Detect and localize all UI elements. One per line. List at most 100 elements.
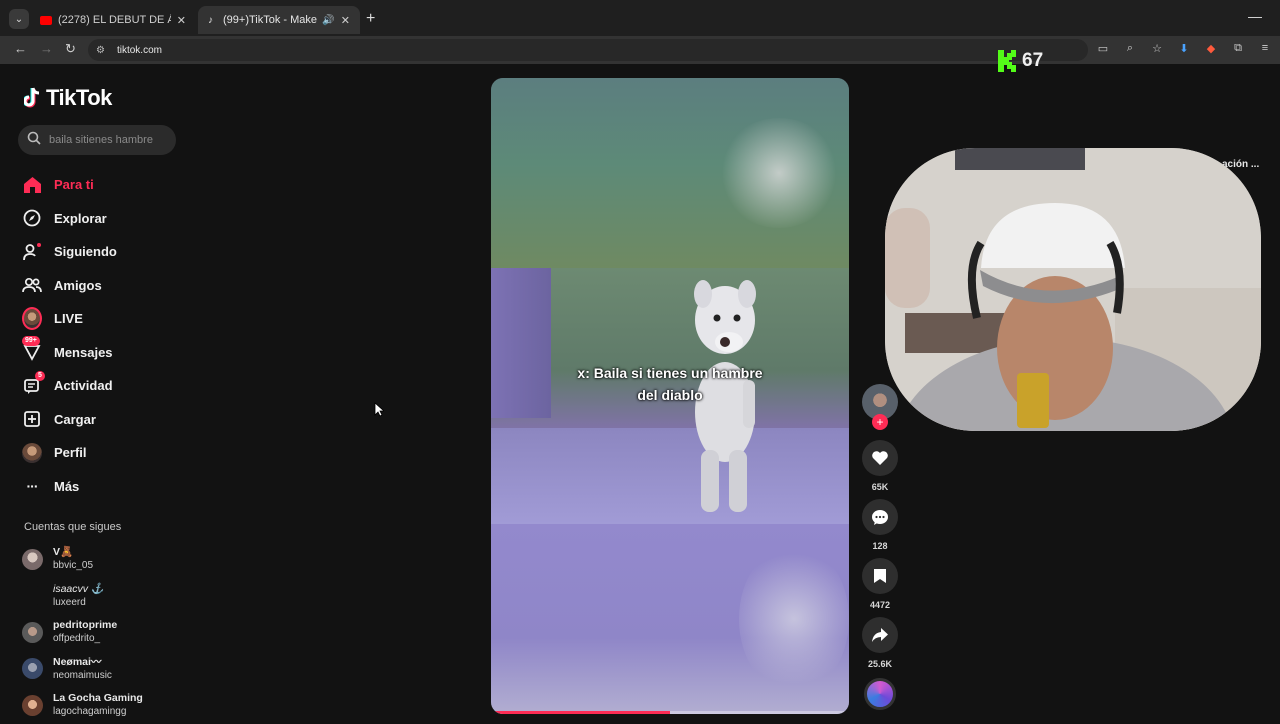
video-player[interactable]: x: Baila si tienes un hambre del diablo (491, 78, 849, 714)
streamer-webcam-image (885, 148, 1261, 431)
tab-title: (2278) EL DEBUT DE ÁNGEL AVI (58, 14, 171, 26)
share-button[interactable] (862, 617, 898, 653)
caption-line: x: Baila si tienes un hambre (577, 365, 763, 381)
tab-search-button[interactable]: ⌄ (9, 9, 29, 29)
sidebar-item-label: Más (54, 478, 80, 494)
browser-toolbar: ← → ↻ ⚙ tiktok.com ▭ ⌕ ☆ ⬇ ◆ ⧉ ≡ (0, 36, 1280, 64)
video-caption: x: Baila si tienes un hambre del diablo (491, 362, 849, 406)
save-count: 4472 (869, 600, 891, 610)
search-box[interactable] (18, 125, 176, 155)
video-blur-top (491, 78, 849, 268)
zoom-icon[interactable]: ⌕ (1123, 42, 1137, 55)
puzzle-icon[interactable]: ⧉ (1231, 42, 1245, 55)
sidebar-item-label: Perfil (54, 445, 87, 461)
bookmark-icon (874, 569, 886, 583)
follow-plus-icon[interactable]: + (872, 414, 888, 430)
sidebar-item-explorar[interactable]: Explorar (22, 202, 182, 236)
sidebar-item-label: Siguiendo (54, 244, 117, 260)
share-count: 25.6K (867, 659, 893, 669)
following-icon (22, 242, 42, 262)
sidebar-item-label: Cargar (54, 411, 96, 427)
activity-icon: 5 (22, 370, 45, 396)
sidebar-item-label: LIVE (54, 311, 83, 327)
account-name: La Gocha Gaming (53, 692, 143, 705)
caption-line: del diablo (637, 387, 703, 403)
sidebar-item-label: Para ti (54, 177, 94, 193)
url-text: tiktok.com (116, 44, 162, 56)
sidebar-item-amigos[interactable]: Amigos (22, 269, 182, 303)
live-avatar-icon (22, 307, 42, 331)
save-button[interactable] (862, 558, 898, 594)
bookmark-star-icon[interactable]: ☆ (1150, 42, 1164, 55)
following-account[interactable]: isaacvv ⚓ luxeerd (22, 578, 143, 615)
video-progress-bar[interactable] (491, 711, 849, 714)
music-disc-icon[interactable] (864, 678, 896, 710)
sidebar-item-siguiendo[interactable]: Siguiendo (22, 235, 182, 269)
video-progress-fill (491, 711, 670, 714)
profile-avatar-icon (22, 442, 42, 463)
sidebar-item-label: Mensajes (54, 344, 113, 360)
creator-avatar[interactable]: + (862, 384, 898, 430)
tiktok-page: TikTok Para ti Explorar Siguiendo (0, 50, 1280, 720)
activity-badge: 5 (35, 370, 45, 381)
account-handle: neomaimusic (53, 669, 112, 681)
search-input[interactable] (49, 134, 164, 146)
sidebar-item-para-ti[interactable]: Para ti (22, 168, 182, 202)
forward-icon[interactable]: → (40, 41, 53, 56)
back-icon[interactable]: ← (14, 41, 27, 56)
mouse-cursor-icon (374, 402, 384, 417)
menu-icon[interactable]: ≡ (1258, 42, 1272, 55)
upload-icon (22, 409, 42, 429)
toolbar-icons: ▭ ⌕ ☆ ⬇ ◆ ⧉ ≡ (1096, 42, 1272, 55)
sidebar-item-perfil[interactable]: Perfil (22, 436, 182, 470)
home-icon (22, 175, 42, 195)
video-blur-bottom (491, 524, 849, 714)
close-icon[interactable]: ✕ (341, 14, 350, 27)
viewer-count: 67 (1022, 50, 1044, 71)
sidebar-item-mensajes[interactable]: 99+ Mensajes (22, 336, 182, 370)
account-handle: lagochagamingg (53, 706, 127, 718)
tab-title: (99+)TikTok - Make Your Da (223, 14, 318, 26)
avatar (22, 694, 43, 716)
browser-tab-youtube[interactable]: (2278) EL DEBUT DE ÁNGEL AVI ✕ (30, 6, 196, 34)
minimize-button[interactable]: — (1248, 8, 1262, 24)
webcam-overlay (885, 148, 1261, 431)
sidebar-item-cargar[interactable]: Cargar (22, 403, 182, 437)
account-name: isaacvv ⚓ (53, 582, 105, 595)
following-account[interactable]: Neømai〰 neomaimusic (22, 651, 143, 688)
extension-icon[interactable]: ◆ (1204, 42, 1218, 55)
address-bar[interactable]: ⚙ tiktok.com (88, 39, 1088, 61)
avatar (22, 548, 43, 570)
close-icon[interactable]: ✕ (177, 14, 186, 27)
following-account[interactable]: La Gocha Gaming lagochagamingg (22, 687, 143, 724)
new-tab-button[interactable]: + (366, 10, 375, 28)
comment-button[interactable] (862, 499, 898, 535)
like-button[interactable] (862, 440, 898, 476)
following-list: V🧸 bbvic_05 isaacvv ⚓ luxeerd pedritoprime… (22, 541, 143, 724)
messages-badge: 99+ (22, 336, 40, 347)
tiktok-logo-icon (22, 87, 42, 109)
like-count: 65K (871, 482, 889, 492)
kick-logo-icon (998, 50, 1016, 72)
heart-icon (872, 451, 888, 465)
tiktok-icon: ♪ (208, 14, 213, 26)
sidebar-item-live[interactable]: LIVE (22, 302, 182, 336)
comment-count: 128 (872, 541, 888, 551)
messages-icon: 99+ (22, 336, 42, 362)
account-name: Neømai〰 (53, 655, 102, 668)
account-handle: bbvic_05 (53, 560, 94, 572)
following-account[interactable]: V🧸 bbvic_05 (22, 541, 143, 578)
browser-tab-tiktok[interactable]: ♪ (99+)TikTok - Make Your Da 🔊 ✕ (198, 6, 360, 34)
account-handle: offpedrito_ (53, 633, 101, 645)
sidebar-item-actividad[interactable]: 5 Actividad (22, 369, 182, 403)
sidebar-item-mas[interactable]: ··· Más (22, 470, 182, 504)
following-account[interactable]: pedritoprime offpedrito_ (22, 614, 143, 651)
reload-icon[interactable]: ↻ (65, 41, 76, 57)
tiktok-logo[interactable]: TikTok (22, 85, 112, 111)
site-info-icon[interactable]: ⚙ (96, 45, 105, 56)
avatar (22, 585, 43, 607)
install-app-icon[interactable]: ▭ (1096, 42, 1110, 55)
speaker-icon[interactable]: 🔊 (322, 15, 334, 26)
account-name: V🧸 (53, 546, 74, 559)
download-icon[interactable]: ⬇ (1177, 42, 1191, 55)
